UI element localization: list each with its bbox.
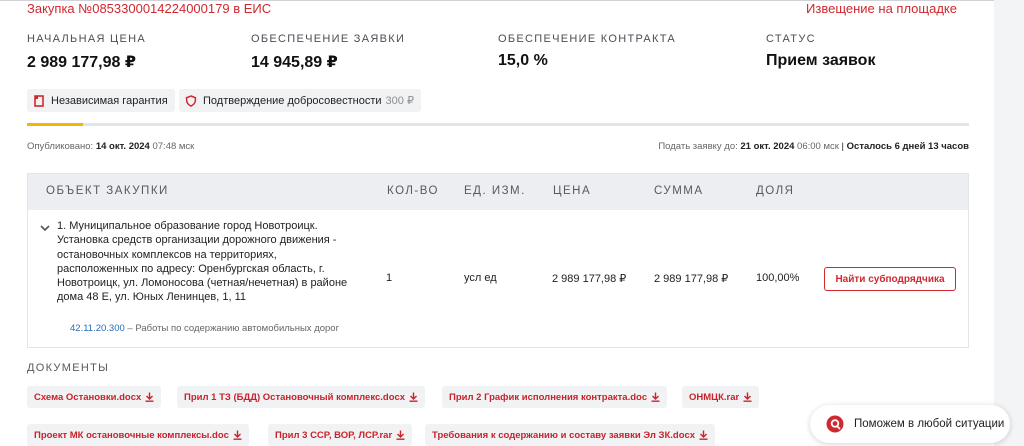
document-name: Прил 2 График исполнения контракта.doc — [449, 391, 648, 403]
download-icon — [699, 430, 708, 440]
sum-cell: 2 989 177,98 ₽ — [654, 273, 729, 285]
published-info: Опубликовано: 14 окт. 2024 07:48 мск — [27, 141, 194, 152]
bid-security-label: ОБЕСПЕЧЕНИЕ ЗАЯВКИ — [251, 33, 406, 45]
platform-notice-link[interactable]: Извещение на площадке — [806, 1, 957, 16]
download-icon — [233, 430, 242, 440]
independent-guarantee-pill[interactable]: Независимая гарантия — [27, 89, 175, 112]
col-header-unit: ЕД. ИЗМ. — [464, 185, 526, 197]
table-header: ОБЪЕКТ ЗАКУПКИ КОЛ-ВО ЕД. ИЗМ. ЦЕНА СУММ… — [28, 174, 968, 210]
independent-guarantee-label: Независимая гарантия — [51, 94, 168, 107]
okpd-code[interactable]: 42.11.20.300 — [70, 323, 125, 334]
document-link[interactable]: Проект МК остановочные комплексы.doc — [27, 424, 249, 446]
document-link[interactable]: Требования к содержанию и составу заявки… — [425, 424, 716, 446]
integrity-confirmation-price: 300 ₽ — [385, 95, 414, 107]
integrity-confirmation-label: Подтверждение добросовестности — [203, 94, 382, 107]
col-header-object: ОБЪЕКТ ЗАКУПКИ — [46, 185, 169, 197]
document-link[interactable]: Прил 1 ТЗ (БДД) Остановочный комплекс.do… — [177, 386, 426, 408]
download-icon — [396, 430, 405, 440]
share-cell: 100,00% — [756, 272, 800, 284]
chevron-down-icon[interactable] — [40, 224, 50, 232]
download-icon — [409, 392, 418, 402]
deadline-time: 06:00 мск — [797, 141, 839, 152]
download-icon — [651, 392, 660, 402]
find-subcontractor-button[interactable]: Найти субподрядчика — [824, 267, 956, 291]
price-cell: 2 989 177,98 ₽ — [552, 273, 627, 285]
document-link[interactable]: ОНМЦК.rar — [682, 386, 760, 408]
okpd-code-line: 42.11.20.300 – Работы по содержанию авто… — [70, 323, 339, 334]
tab-indicator-bar — [27, 123, 969, 126]
download-icon — [145, 392, 154, 402]
deadline-separator: | — [841, 141, 844, 152]
col-header-sum: СУММА — [654, 185, 704, 197]
status-value: Прием заявок — [766, 52, 876, 69]
object-description: 1. Муниципальное образование город Новот… — [57, 220, 348, 304]
initial-price-label: НАЧАЛЬНАЯ ЦЕНА — [27, 33, 147, 45]
document-name: Проект МК остановочные комплексы.doc — [34, 429, 229, 441]
deadline-info: Подать заявку до: 21 окт. 2024 06:00 мск… — [658, 141, 969, 152]
help-chat-label: Поможем в любой ситуации — [854, 418, 1005, 430]
purchase-objects-table: ОБЪЕКТ ЗАКУПКИ КОЛ-ВО ЕД. ИЗМ. ЦЕНА СУММ… — [27, 173, 969, 348]
active-tab-indicator — [27, 123, 83, 126]
published-label: Опубликовано: — [27, 141, 94, 152]
document-name: Схема Остановки.docx — [34, 391, 142, 403]
document-name: Прил 1 ТЗ (БДД) Остановочный комплекс.do… — [184, 391, 406, 403]
okpd-description: – Работы по содержанию автомобильных дор… — [127, 323, 340, 334]
chat-bubble-icon — [826, 415, 844, 433]
document-link[interactable]: Схема Остановки.docx — [27, 386, 162, 408]
document-icon — [34, 94, 44, 107]
deadline-date: 21 окт. 2024 — [740, 141, 795, 152]
deadline-label: Подать заявку до: — [658, 141, 738, 152]
initial-price-value: 2 989 177,98 ₽ — [27, 54, 136, 71]
col-header-share: ДОЛЯ — [756, 185, 795, 197]
documents-title: ДОКУМЕНТЫ — [27, 362, 110, 374]
help-chat-button[interactable]: Поможем в любой ситуации — [810, 405, 1010, 443]
bid-security-value: 14 945,89 ₽ — [251, 54, 338, 71]
contract-security-value: 15,0 % — [498, 52, 548, 69]
col-header-price: ЦЕНА — [553, 185, 592, 197]
integrity-confirmation-pill[interactable]: Подтверждение добросовестности 300 ₽ — [179, 89, 421, 112]
qty-cell: 1 — [386, 272, 393, 284]
contract-security-label: ОБЕСПЕЧЕНИЕ КОНТРАКТА — [498, 33, 677, 45]
document-link[interactable]: Прил 3 ССР, ВОР, ЛСР.rar — [268, 424, 413, 446]
document-name: ОНМЦК.rar — [689, 391, 740, 403]
download-icon — [743, 392, 752, 402]
tender-eis-link[interactable]: Закупка №0853300014224000179 в ЕИС — [27, 1, 271, 16]
tender-card: Закупка №0853300014224000179 в ЕИС Извещ… — [0, 0, 994, 446]
document-name: Требования к содержанию и составу заявки… — [432, 429, 696, 441]
published-date: 14 окт. 2024 — [95, 141, 150, 152]
document-link[interactable]: Прил 2 График исполнения контракта.doc — [442, 386, 668, 408]
status-label: СТАТУС — [766, 33, 816, 45]
shield-icon — [185, 94, 197, 107]
table-row: 1. Муниципальное образование город Новот… — [28, 210, 968, 348]
unit-cell: усл ед — [464, 272, 497, 284]
document-name: Прил 3 ССР, ВОР, ЛСР.rar — [275, 429, 393, 441]
col-header-qty: КОЛ-ВО — [387, 185, 439, 197]
time-remaining: Осталось 6 дней 13 часов — [846, 141, 969, 152]
published-time: 07:48 мск — [152, 141, 195, 152]
